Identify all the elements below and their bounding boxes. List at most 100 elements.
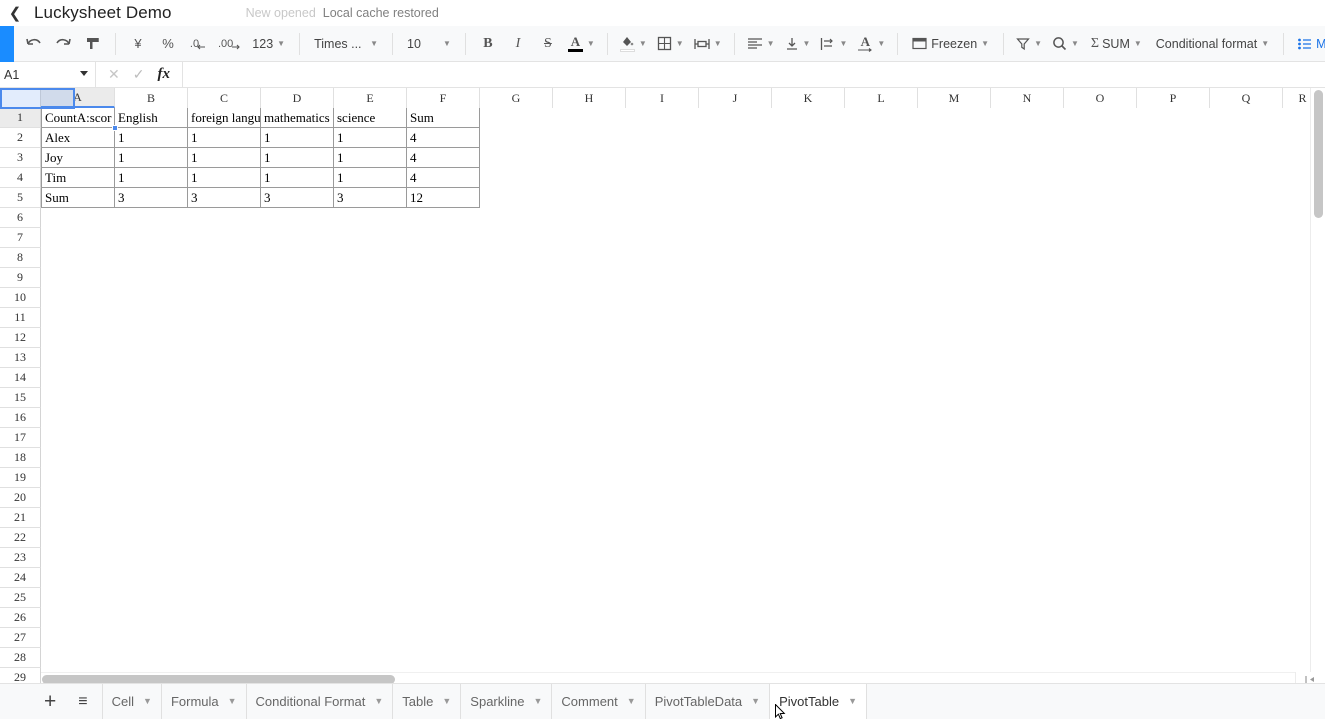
name-box[interactable]: A1 xyxy=(0,61,96,88)
column-header-d[interactable]: D xyxy=(261,88,334,108)
row-header-13[interactable]: 13 xyxy=(0,348,41,368)
row-header-4[interactable]: 4 xyxy=(0,168,41,188)
cell-C5[interactable]: 3 xyxy=(188,188,261,208)
sheet-tab-cell[interactable]: Cell ▼ xyxy=(101,683,162,719)
row-header-5[interactable]: 5 xyxy=(0,188,41,208)
row-header-27[interactable]: 27 xyxy=(0,628,41,648)
selection-fill-handle[interactable] xyxy=(112,125,118,131)
cell-E4[interactable]: 1 xyxy=(334,168,407,188)
cell-E3[interactable]: 1 xyxy=(334,148,407,168)
italic-button[interactable]: I xyxy=(505,31,531,57)
column-header-g[interactable]: G xyxy=(480,88,553,108)
column-header-e[interactable]: E xyxy=(334,88,407,108)
more-button[interactable]: More... xyxy=(1293,31,1325,57)
row-header-1[interactable]: 1 xyxy=(0,108,41,128)
row-header-23[interactable]: 23 xyxy=(0,548,41,568)
select-all-corner[interactable] xyxy=(0,88,41,108)
undo-icon[interactable] xyxy=(20,31,46,57)
cell-F2[interactable]: 4 xyxy=(407,128,480,148)
bold-button[interactable]: B xyxy=(475,31,501,57)
sum-button[interactable]: Σ SUM ▼ xyxy=(1086,31,1147,57)
cell-B3[interactable]: 1 xyxy=(115,148,188,168)
row-header-29[interactable]: 29 xyxy=(0,668,41,683)
sheet-tab-table[interactable]: Table ▼ xyxy=(393,683,462,719)
row-header-12[interactable]: 12 xyxy=(0,328,41,348)
strikethrough-button[interactable]: S xyxy=(535,31,561,57)
column-header-m[interactable]: M xyxy=(918,88,991,108)
sheet-tab-pivottabledata[interactable]: PivotTableData ▼ xyxy=(646,683,771,719)
row-header-14[interactable]: 14 xyxy=(0,368,41,388)
chevron-down-icon[interactable]: ▼ xyxy=(442,697,451,706)
cell-A2[interactable]: Alex xyxy=(41,128,115,148)
row-header-16[interactable]: 16 xyxy=(0,408,41,428)
cell-A5[interactable]: Sum xyxy=(41,188,115,208)
column-header-h[interactable]: H xyxy=(553,88,626,108)
text-color-button[interactable]: A ▼ xyxy=(565,31,598,57)
cell-A3[interactable]: Joy xyxy=(41,148,115,168)
cell-E2[interactable]: 1 xyxy=(334,128,407,148)
cell-area[interactable]: CountA:scor English foreign langu mathemati… xyxy=(41,108,480,208)
vertical-scrollbar[interactable] xyxy=(1310,88,1325,683)
font-size-select[interactable]: 10 ▼ xyxy=(402,31,456,57)
column-header-o[interactable]: O xyxy=(1064,88,1137,108)
cell-B5[interactable]: 3 xyxy=(115,188,188,208)
chevron-down-icon[interactable]: ▼ xyxy=(534,697,543,706)
align-horizontal-button[interactable]: ▼ xyxy=(744,31,778,57)
column-header-l[interactable]: L xyxy=(845,88,918,108)
column-header-f[interactable]: F xyxy=(407,88,480,108)
row-header-17[interactable]: 17 xyxy=(0,428,41,448)
chevron-down-icon[interactable]: ▼ xyxy=(627,697,636,706)
column-header-p[interactable]: P xyxy=(1137,88,1210,108)
sheet-tab-pivottable[interactable]: PivotTable ▼ xyxy=(770,683,867,719)
cell-F4[interactable]: 4 xyxy=(407,168,480,188)
align-vertical-button[interactable]: ▼ xyxy=(782,31,814,57)
cell-D1[interactable]: mathematics xyxy=(261,108,334,128)
cell-A4[interactable]: Tim xyxy=(41,168,115,188)
column-header-i[interactable]: I xyxy=(626,88,699,108)
row-header-21[interactable]: 21 xyxy=(0,508,41,528)
row-header-9[interactable]: 9 xyxy=(0,268,41,288)
cell-E5[interactable]: 3 xyxy=(334,188,407,208)
sheet-tab-comment[interactable]: Comment ▼ xyxy=(552,683,646,719)
row-header-26[interactable]: 26 xyxy=(0,608,41,628)
column-header-j[interactable]: J xyxy=(699,88,772,108)
conditional-format-button[interactable]: Conditional format ▼ xyxy=(1151,31,1274,57)
redo-icon[interactable] xyxy=(50,31,76,57)
currency-button[interactable]: ¥ xyxy=(125,31,151,57)
font-family-select[interactable]: Times ... ▼ xyxy=(309,31,383,57)
column-header-b[interactable]: B xyxy=(115,88,188,108)
row-header-18[interactable]: 18 xyxy=(0,448,41,468)
text-wrap-button[interactable]: ▼ xyxy=(817,31,850,57)
percent-button[interactable]: % xyxy=(155,31,181,57)
merge-cells-button[interactable]: ▼ xyxy=(691,31,725,57)
row-header-25[interactable]: 25 xyxy=(0,588,41,608)
freezen-button[interactable]: Freezen ▼ xyxy=(907,31,994,57)
row-header-24[interactable]: 24 xyxy=(0,568,41,588)
row-header-11[interactable]: 11 xyxy=(0,308,41,328)
chevron-down-icon[interactable]: ▼ xyxy=(143,697,152,706)
chevron-left-icon[interactable]: ❮ xyxy=(0,0,26,26)
row-header-22[interactable]: 22 xyxy=(0,528,41,548)
cell-B4[interactable]: 1 xyxy=(115,168,188,188)
sheet-tab-formula[interactable]: Formula ▼ xyxy=(162,683,247,719)
vertical-scroll-thumb[interactable] xyxy=(1314,90,1323,218)
cell-F5[interactable]: 12 xyxy=(407,188,480,208)
cell-F1[interactable]: Sum xyxy=(407,108,480,128)
cell-B1[interactable]: English xyxy=(115,108,188,128)
cell-E1[interactable]: science xyxy=(334,108,407,128)
column-header-k[interactable]: K xyxy=(772,88,845,108)
cell-D3[interactable]: 1 xyxy=(261,148,334,168)
format-painter-icon[interactable] xyxy=(80,31,106,57)
row-header-7[interactable]: 7 xyxy=(0,228,41,248)
cell-C3[interactable]: 1 xyxy=(188,148,261,168)
cell-C1[interactable]: foreign langu xyxy=(188,108,261,128)
sheet-tab-sparkline[interactable]: Sparkline ▼ xyxy=(461,683,553,719)
column-header-c[interactable]: C xyxy=(188,88,261,108)
chevron-down-icon[interactable]: ▼ xyxy=(374,697,383,706)
number-format-button[interactable]: 123 ▼ xyxy=(247,31,290,57)
search-button[interactable]: ▼ xyxy=(1049,31,1082,57)
column-header-a[interactable]: A xyxy=(41,88,115,108)
cell-D2[interactable]: 1 xyxy=(261,128,334,148)
cell-D5[interactable]: 3 xyxy=(261,188,334,208)
sheet-list-button[interactable]: ≡ xyxy=(78,693,87,710)
